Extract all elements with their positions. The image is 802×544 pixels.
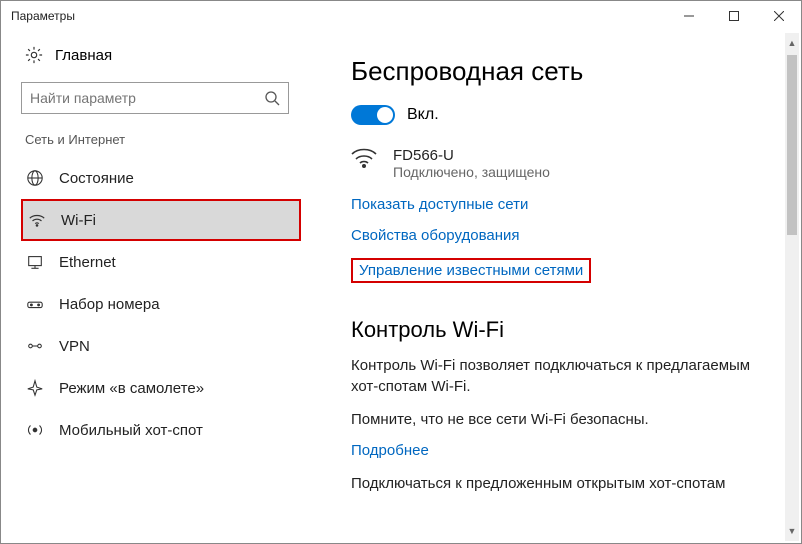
- link-more[interactable]: Подробнее: [351, 442, 781, 459]
- sidebar-item-ethernet[interactable]: Ethernet: [21, 241, 301, 283]
- wifi-sense-desc: Контроль Wi-Fi позволяет подключаться к …: [351, 355, 771, 397]
- home-label: Главная: [55, 47, 112, 64]
- link-show-networks[interactable]: Показать доступные сети: [351, 196, 781, 213]
- network-row[interactable]: FD566-U Подключено, защищено: [351, 147, 781, 180]
- sidebar-item-wifi[interactable]: Wi-Fi: [21, 199, 301, 241]
- maximize-button[interactable]: [711, 1, 756, 31]
- sidebar-item-airplane[interactable]: Режим «в самолете»: [21, 367, 301, 409]
- search-input-wrapper[interactable]: [21, 82, 289, 114]
- scroll-up-icon[interactable]: ▲: [785, 35, 799, 51]
- sidebar-item-label: VPN: [59, 338, 90, 355]
- close-button[interactable]: [756, 1, 801, 31]
- sidebar-item-hotspot[interactable]: Мобильный хот-спот: [21, 409, 301, 451]
- sidebar-item-vpn[interactable]: VPN: [21, 325, 301, 367]
- link-manage-known[interactable]: Управление известными сетями: [359, 262, 583, 279]
- titlebar: Параметры: [1, 1, 801, 31]
- sidebar-item-label: Wi-Fi: [61, 212, 96, 229]
- dialup-icon: [25, 294, 45, 314]
- category-label: Сеть и Интернет: [21, 132, 311, 147]
- wifi-sense-note: Помните, что не все сети Wi-Fi безопасны…: [351, 409, 771, 430]
- wifi-signal-icon: [351, 147, 379, 180]
- globe-icon: [25, 168, 45, 188]
- toggle-label: Вкл.: [407, 106, 439, 124]
- sidebar-item-status[interactable]: Состояние: [21, 157, 301, 199]
- sidebar-item-label: Режим «в самолете»: [59, 380, 204, 397]
- scrollbar[interactable]: ▲ ▼: [785, 33, 799, 541]
- network-status: Подключено, защищено: [393, 164, 550, 180]
- wifi-icon: [27, 210, 47, 230]
- window-title: Параметры: [11, 9, 666, 23]
- airplane-icon: [25, 378, 45, 398]
- page-title: Беспроводная сеть: [351, 56, 781, 87]
- vpn-icon: [25, 336, 45, 356]
- window-controls: [666, 1, 801, 31]
- wifi-sense-connect: Подключаться к предложенным открытым хот…: [351, 473, 771, 494]
- wifi-toggle[interactable]: [351, 105, 395, 125]
- minimize-button[interactable]: [666, 1, 711, 31]
- link-manage-known-highlight: Управление известными сетями: [351, 258, 591, 283]
- search-input[interactable]: [30, 90, 264, 106]
- network-name: FD566-U: [393, 147, 550, 164]
- sidebar-item-dialup[interactable]: Набор номера: [21, 283, 301, 325]
- wifi-sense-heading: Контроль Wi-Fi: [351, 317, 781, 343]
- gear-icon: [25, 46, 43, 64]
- hotspot-icon: [25, 420, 45, 440]
- home-link[interactable]: Главная: [21, 46, 311, 64]
- sidebar-item-label: Состояние: [59, 170, 134, 187]
- link-hardware-props[interactable]: Свойства оборудования: [351, 227, 781, 244]
- scroll-down-icon[interactable]: ▼: [785, 523, 799, 539]
- ethernet-icon: [25, 252, 45, 272]
- sidebar-item-label: Набор номера: [59, 296, 160, 313]
- sidebar-item-label: Мобильный хот-спот: [59, 422, 203, 439]
- scroll-thumb[interactable]: [787, 55, 797, 235]
- sidebar-item-label: Ethernet: [59, 254, 116, 271]
- sidebar: Главная Сеть и Интернет Состояние Wi-Fi: [1, 31, 311, 543]
- main-panel: Беспроводная сеть Вкл. FD566-U Подключен…: [311, 31, 801, 543]
- search-icon: [264, 90, 280, 106]
